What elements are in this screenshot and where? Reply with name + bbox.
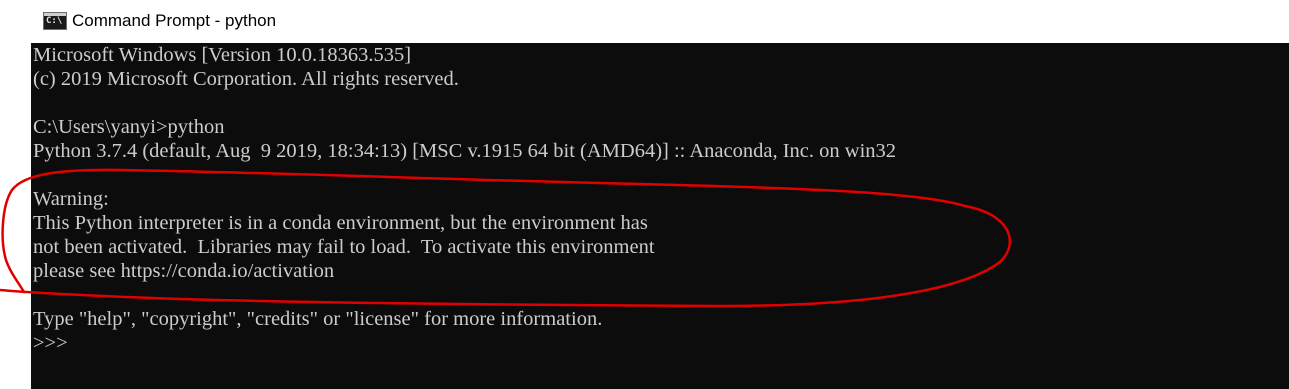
- console-line-copyright: (c) 2019 Microsoft Corporation. All righ…: [33, 68, 459, 90]
- console-prompt[interactable]: >>>: [33, 331, 68, 355]
- console-output[interactable]: Microsoft Windows [Version 10.0.18363.53…: [31, 43, 1289, 389]
- console-line-warning-2: not been activated. Libraries may fail t…: [33, 236, 655, 258]
- console-line-warning-3: please see https://conda.io/activation: [33, 260, 335, 282]
- console-line-python-banner: Python 3.7.4 (default, Aug 9 2019, 18:34…: [33, 140, 897, 162]
- icon-glyph-text: C:\: [46, 16, 63, 26]
- console-line-command: C:\Users\yanyi>python: [33, 116, 225, 138]
- cmd-console-icon: C:\: [43, 12, 67, 30]
- console-line-help-info: Type "help", "copyright", "credits" or "…: [33, 308, 603, 330]
- console-line-warning-heading: Warning:: [33, 188, 109, 210]
- title-bar[interactable]: C:\ Command Prompt - python: [0, 0, 1289, 43]
- command-prompt-window: C:\ Command Prompt - python Microsoft Wi…: [0, 0, 1289, 389]
- console-line-version: Microsoft Windows [Version 10.0.18363.53…: [33, 44, 412, 66]
- console-line-warning-1: This Python interpreter is in a conda en…: [33, 212, 648, 234]
- window-title: Command Prompt - python: [72, 11, 277, 30]
